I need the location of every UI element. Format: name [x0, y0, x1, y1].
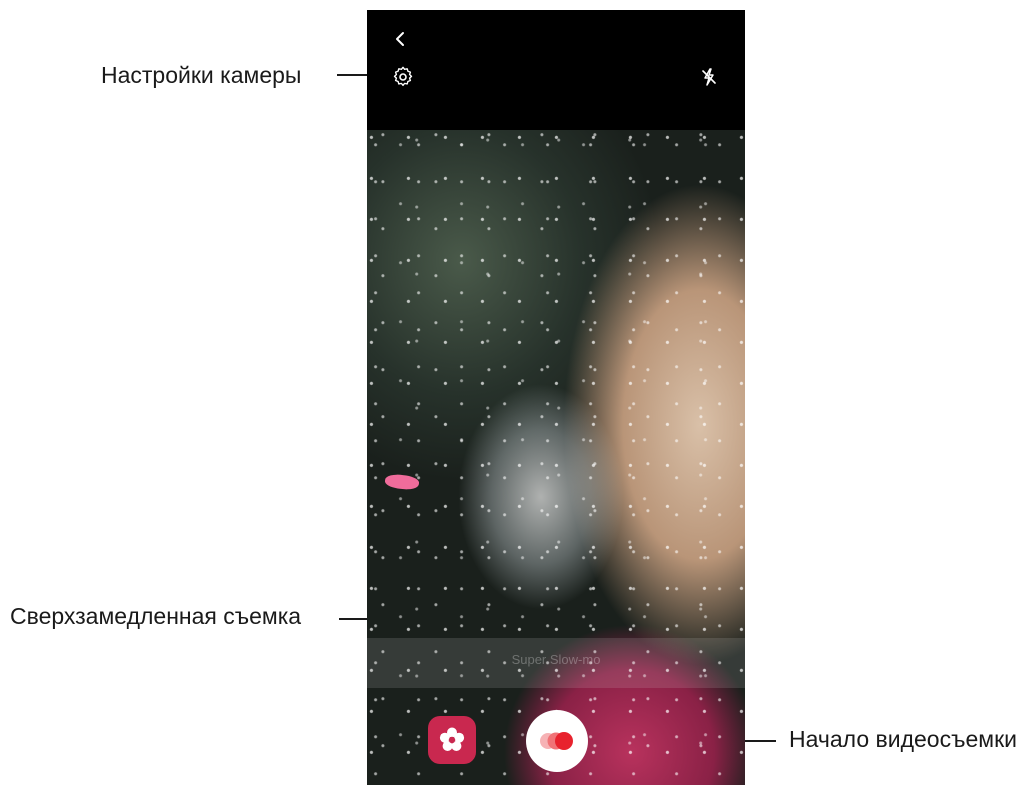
- super-slow-mo-record-icon: [540, 732, 573, 750]
- effects-button[interactable]: [428, 716, 476, 764]
- flash-off-icon[interactable]: [697, 65, 721, 89]
- camera-screen: Super Slow-mo: [367, 10, 745, 785]
- flower-icon: [439, 727, 465, 751]
- mode-label-super-slow-mo[interactable]: Super Slow-mo: [367, 652, 745, 667]
- record-button[interactable]: [526, 710, 588, 772]
- chevron-left-icon[interactable]: [391, 28, 411, 50]
- callout-start-recording: Начало видеосъемки: [789, 726, 1017, 752]
- gear-icon[interactable]: [391, 65, 415, 89]
- callout-super-slow-mo: Сверхзамедленная съемка: [10, 603, 302, 629]
- callout-camera-settings: Настройки камеры: [101, 62, 302, 88]
